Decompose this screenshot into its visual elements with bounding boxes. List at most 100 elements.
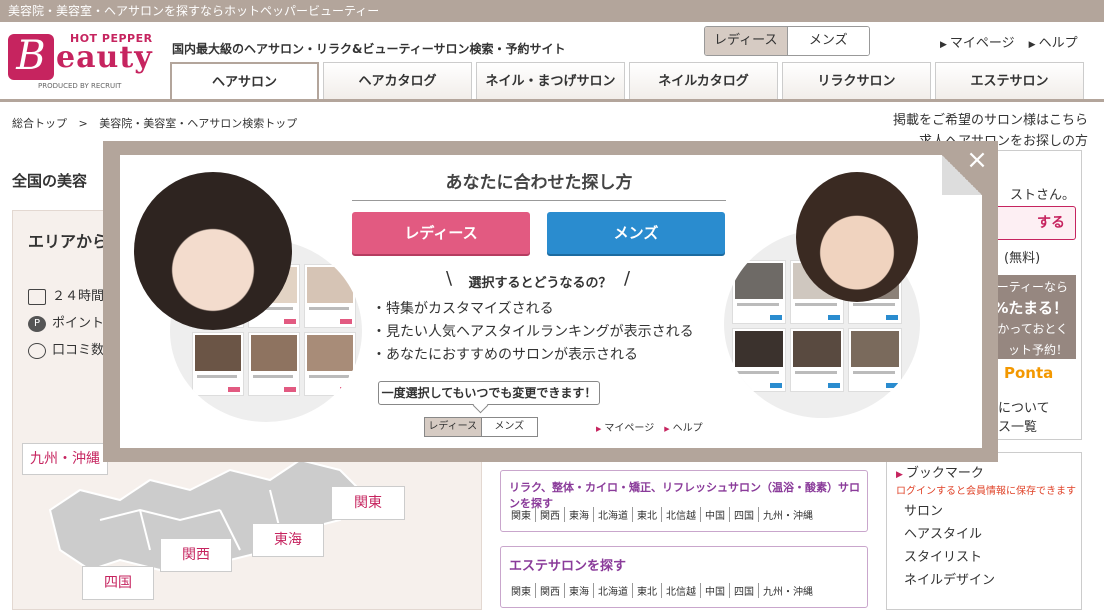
region-link[interactable]: 九州・沖縄	[758, 583, 817, 598]
region-link[interactable]: 四国	[729, 507, 758, 522]
region-link[interactable]: 東海	[564, 507, 593, 522]
style-thumb	[790, 328, 844, 392]
region-link[interactable]: 東海	[564, 583, 593, 598]
benefit-item: ・あなたにおすすめのサロンが表示される	[372, 347, 638, 363]
breadcrumb-current: 美容院・美容室・ヘアサロン検索トップ	[99, 117, 298, 130]
triangle-right-icon: ▶	[664, 425, 670, 433]
point-p-icon: P	[28, 315, 46, 332]
triangle-right-icon: ▶	[1028, 40, 1036, 50]
feature-24h-label: ２４時間	[52, 289, 105, 304]
bookmark-hairstyle-link[interactable]: ヘアスタイル	[904, 523, 995, 546]
benefit-item: ・特集がカスタマイズされる	[372, 301, 554, 317]
modal-benefits: ・特集がカスタマイズされる ・見たい人気ヘアスタイルランキングが表示される ・あ…	[372, 298, 694, 367]
region-link[interactable]: 関西	[535, 507, 564, 522]
style-thumb	[304, 332, 356, 396]
man-model-photo	[796, 172, 918, 302]
mini-help-label: ヘルプ	[672, 423, 703, 434]
logo-eauty-text: eauty	[56, 40, 153, 75]
region-link[interactable]: 東北	[632, 507, 661, 522]
feature-review-label: 口コミ数	[52, 343, 105, 358]
select-ladies-button[interactable]: レディース	[352, 212, 530, 254]
speech-bubble-icon	[28, 342, 46, 359]
relax-region-links: 関東 関西 東海 北海道 東北 北信越 中国 四国 九州・沖縄	[507, 507, 817, 522]
salon-owner-link[interactable]: 掲載をご希望のサロン様はこちら	[893, 110, 1088, 131]
tab-hair-catalog[interactable]: ヘアカタログ	[323, 62, 472, 100]
close-icon[interactable]: ×	[964, 147, 990, 174]
region-link[interactable]: 関西	[535, 583, 564, 598]
modal-question: 選択するとどうなるの？	[468, 276, 612, 291]
region-link[interactable]: 北海道	[593, 507, 632, 522]
gender-mens-toggle[interactable]: メンズ	[786, 27, 869, 55]
mini-links-illustration: ▶ マイページ ▶ ヘルプ	[596, 419, 703, 434]
triangle-right-icon: ▶	[896, 470, 903, 480]
gender-switch: レディース メンズ	[704, 26, 870, 56]
tab-hair-salon[interactable]: ヘアサロン	[170, 62, 319, 100]
triangle-right-icon: ▶	[596, 425, 602, 433]
top-strip: 美容院・美容室・ヘアサロンを探すならホットペッパービューティー	[0, 0, 1104, 22]
gender-ladies-toggle[interactable]: レディース	[705, 27, 787, 55]
feature-review[interactable]: 口コミ数	[28, 339, 104, 359]
list-link[interactable]: ス一覧	[998, 416, 1037, 435]
map-region-kyushu-okinawa[interactable]: 九州・沖縄	[22, 443, 108, 475]
map-region-kansai[interactable]: 関西	[160, 538, 232, 572]
bookmark-list: サロン ヘアスタイル スタイリスト ネイルデザイン	[904, 500, 995, 592]
region-link[interactable]: 九州・沖縄	[758, 507, 817, 522]
region-link[interactable]: 中国	[700, 507, 729, 522]
map-region-shikoku[interactable]: 四国	[82, 566, 154, 600]
tab-esthe-salon[interactable]: エステサロン	[935, 62, 1084, 100]
modal-title-rule	[352, 200, 726, 201]
breadcrumb: 総合トップ > 美容院・美容室・ヘアサロン検索トップ	[12, 115, 297, 131]
logo-produced-by: PRODUCED BY RECRUIT	[38, 82, 122, 90]
help-label: ヘルプ	[1038, 36, 1078, 51]
region-link[interactable]: 北海道	[593, 583, 632, 598]
change-anytime-balloon: 一度選択してもいつでも変更できます！	[378, 381, 600, 405]
hotpepper-beauty-logo[interactable]: B HOT PEPPER eauty PRODUCED BY RECRUIT	[8, 30, 158, 92]
section-title: 全国の美容	[12, 172, 88, 190]
slash-right-icon: /	[624, 268, 631, 289]
region-link[interactable]: 関東	[507, 583, 535, 598]
style-thumb	[732, 328, 786, 392]
map-region-tokai[interactable]: 東海	[252, 523, 324, 557]
register-free-label[interactable]: (無料)	[1004, 247, 1040, 266]
help-link[interactable]: ▶ ヘルプ	[1029, 32, 1078, 51]
region-link[interactable]: 東北	[632, 583, 661, 598]
breadcrumb-home-link[interactable]: 総合トップ	[12, 117, 67, 130]
region-link[interactable]: 四国	[729, 583, 758, 598]
mini-gender-switch-illustration: レディース メンズ	[424, 417, 538, 437]
woman-model-photo	[134, 172, 292, 330]
monitor-icon	[28, 288, 46, 305]
bookmark-salon-link[interactable]: サロン	[904, 500, 995, 523]
region-link[interactable]: 北信越	[661, 583, 700, 598]
category-tabs: ヘアサロン ヘアカタログ ネイル・まつげサロン ネイルカタログ リラクサロン エ…	[170, 62, 1084, 100]
region-link[interactable]: 北信越	[661, 507, 700, 522]
mini-help: ▶ ヘルプ	[664, 419, 702, 434]
mini-mypage: ▶ マイページ	[596, 419, 654, 434]
tab-nail-eyelash[interactable]: ネイル・まつげサロン	[476, 62, 625, 100]
bookmark-nail-link[interactable]: ネイルデザイン	[904, 569, 995, 592]
bookmark-note: ログインすると会員情報に保存できます	[896, 486, 1076, 497]
header-links: ▶ マイページ ▶ ヘルプ	[940, 32, 1078, 51]
logo-b-mark: B	[8, 34, 54, 80]
site-tagline: 国内最大級のヘアサロン・リラク&ビューティーサロン検索・予約サイト	[172, 42, 566, 56]
bookmark-title-label: ブックマーク	[905, 466, 984, 481]
style-thumb	[248, 332, 300, 396]
about-link[interactable]: について	[998, 397, 1050, 416]
style-thumb	[304, 264, 356, 328]
tab-nail-catalog[interactable]: ネイルカタログ	[629, 62, 778, 100]
feature-24h[interactable]: ２４時間	[28, 285, 104, 305]
style-thumb	[732, 260, 786, 324]
feature-point[interactable]: P ポイント	[28, 312, 104, 332]
select-mens-button[interactable]: メンズ	[547, 212, 725, 254]
region-link[interactable]: 関東	[507, 507, 535, 522]
map-region-kanto[interactable]: 関東	[331, 486, 405, 520]
style-thumb	[848, 328, 902, 392]
feature-point-label: ポイント	[52, 316, 105, 331]
tab-underline	[0, 99, 1104, 102]
tab-relax-salon[interactable]: リラクサロン	[782, 62, 931, 100]
ponta-logo: Ponta	[1004, 364, 1054, 382]
mypage-link[interactable]: ▶ マイページ	[940, 32, 1015, 51]
bookmark-title: ▶ ブックマーク	[896, 462, 984, 481]
bookmark-stylist-link[interactable]: スタイリスト	[904, 546, 995, 569]
esthe-search-title[interactable]: エステサロンを探す	[509, 555, 626, 574]
region-link[interactable]: 中国	[700, 583, 729, 598]
